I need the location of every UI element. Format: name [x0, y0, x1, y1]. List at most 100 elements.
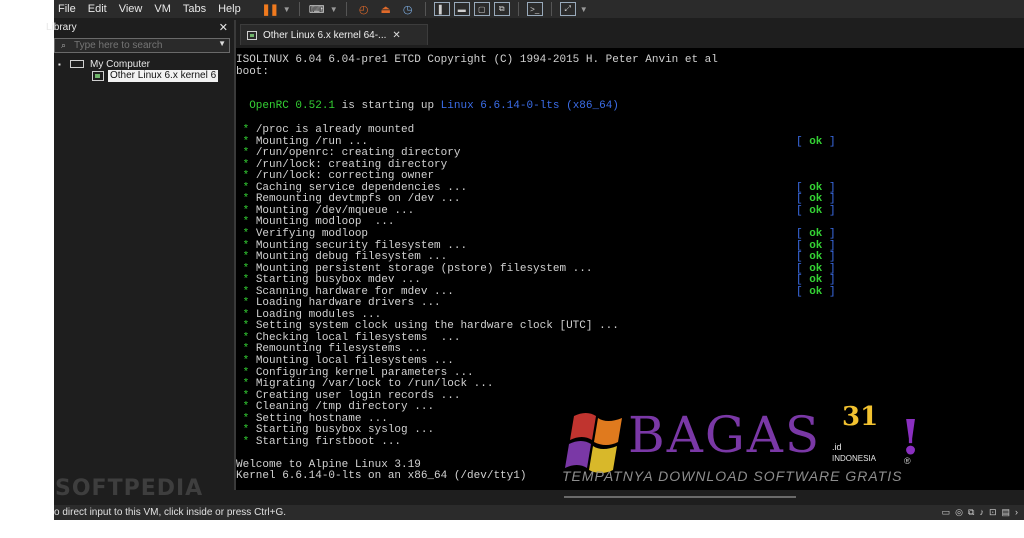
- boot-bullet: *: [236, 320, 256, 332]
- status-bar: o direct input to this VM, click inside …: [54, 505, 1024, 520]
- vm-icon: [92, 71, 104, 81]
- boot-line: * Cleaning /tmp directory ...: [236, 401, 434, 413]
- ok-bracket: [: [796, 251, 810, 263]
- search-input[interactable]: [74, 40, 195, 51]
- menu-vm[interactable]: VM: [148, 3, 177, 15]
- library-title: Library: [46, 21, 77, 33]
- boot-bullet: *: [236, 424, 256, 436]
- tree-item-label: My Computer: [90, 58, 151, 70]
- boot-text: Cleaning /tmp directory ...: [255, 401, 435, 413]
- boot-line: * /run/lock: correcting owner: [236, 170, 434, 182]
- fullscreen-icon[interactable]: ▬: [453, 2, 470, 16]
- boot-bullet: *: [236, 343, 256, 355]
- openrc-line: OpenRC 0.52.1 is starting up Linux 6.6.1…: [236, 100, 619, 112]
- collapse-icon[interactable]: ▪: [58, 60, 66, 69]
- chevron-down-icon[interactable]: ▼: [283, 2, 291, 16]
- toolbar: ❚❚ ▼ ⌨ ▼ ◴ ⏏ ◷ ▌ ▬ ▢ ⧉ >_ ⤢ ▼: [261, 2, 588, 16]
- ok-bracket: ]: [822, 228, 836, 240]
- library-search[interactable]: ⌕ ▼: [54, 38, 230, 53]
- boot-text: Mounting local filesystems ...: [255, 355, 454, 367]
- menu-tabs[interactable]: Tabs: [177, 3, 212, 15]
- bagas-registered: ®: [904, 456, 911, 466]
- library-panel: Library ✕ ⌕ ▼ ▪ My Computer Other Linux …: [46, 20, 232, 490]
- bagas-domain: .id: [832, 442, 842, 452]
- send-keys-icon[interactable]: ⌨: [308, 2, 326, 16]
- normal-view-icon[interactable]: ▌: [433, 2, 450, 16]
- bagas-number: 31: [842, 402, 879, 432]
- boot-line: * Verifying modloop: [236, 228, 368, 240]
- close-icon[interactable]: ✕: [392, 30, 400, 41]
- unity-icon[interactable]: ▢: [473, 2, 490, 16]
- boot-text: /run/lock: correcting owner: [255, 170, 435, 182]
- boot-line: * Setting system clock using the hardwar…: [236, 320, 619, 332]
- console-line: boot:: [236, 66, 270, 78]
- ok-bracket: ]: [822, 286, 836, 298]
- boot-bullet: *: [236, 228, 256, 240]
- sound-icon[interactable]: ♪: [979, 507, 984, 518]
- boot-text: Mounting debug filesystem ...: [255, 251, 448, 263]
- chevron-down-icon[interactable]: ▼: [218, 39, 226, 48]
- boot-line: * Migrating /var/lock to /run/lock ...: [236, 378, 494, 390]
- tab-vm[interactable]: Other Linux 6.x kernel 64-... ✕: [240, 24, 428, 45]
- ok-word: ok: [809, 286, 823, 298]
- fit-guest-icon[interactable]: ⤢: [559, 2, 576, 16]
- boot-text: Loading hardware drivers ...: [255, 297, 441, 309]
- boot-bullet: *: [236, 147, 256, 159]
- pause-icon[interactable]: ❚❚: [261, 2, 279, 16]
- tree-item-vm[interactable]: Other Linux 6.x kernel 6: [92, 70, 232, 82]
- boot-bullet: *: [236, 170, 256, 182]
- openrc-text: is starting up: [341, 100, 435, 112]
- revert-icon[interactable]: ⏏: [377, 2, 395, 16]
- boot-bullet: *: [236, 378, 256, 390]
- menu-edit[interactable]: Edit: [82, 3, 113, 15]
- boot-text: Verifying modloop: [255, 228, 369, 240]
- chevron-down-icon[interactable]: ▼: [580, 2, 588, 16]
- boot-bullet: *: [236, 401, 256, 413]
- ok-bracket: ]: [822, 193, 836, 205]
- ok-word: ok: [809, 274, 823, 286]
- chevron-down-icon[interactable]: ▼: [330, 2, 338, 16]
- menu-view[interactable]: View: [113, 3, 149, 15]
- console-icon[interactable]: >_: [526, 2, 543, 16]
- kernel-line: Kernel 6.6.14-0-lts on an x86_64 (/dev/t…: [236, 470, 527, 482]
- ok-status: [ ok ]: [796, 286, 836, 298]
- bagas-logo: BAGAS 31 ! .id INDONESIA ® TEMPATNYA DOW…: [560, 402, 940, 490]
- boot-line: * Starting busybox mdev ...: [236, 274, 421, 286]
- boot-text: Starting firstboot ...: [255, 436, 402, 448]
- ok-status: [ ok ]: [796, 251, 836, 263]
- boot-line: * Remounting devtmpfs on /dev ...: [236, 193, 461, 205]
- horizontal-scrollbar[interactable]: [564, 496, 796, 498]
- ok-bracket: [: [796, 286, 810, 298]
- usb-icon[interactable]: ⊡: [989, 507, 997, 518]
- toolbar-divider: [298, 2, 300, 16]
- boot-line: * Starting firstboot ...: [236, 436, 401, 448]
- printer-icon[interactable]: ▤: [1001, 507, 1010, 518]
- boot-text: Mounting modloop ...: [255, 216, 395, 228]
- tab-label: Other Linux 6.x kernel 64-...: [263, 29, 387, 41]
- ok-bracket: [: [796, 274, 810, 286]
- cd-icon[interactable]: ◎: [955, 507, 963, 518]
- close-icon[interactable]: ✕: [219, 21, 228, 34]
- boot-text: /run/openrc: creating directory: [255, 147, 461, 159]
- chevron-right-icon[interactable]: ›: [1015, 507, 1018, 518]
- snapshot-manager-icon[interactable]: ◷: [399, 2, 417, 16]
- boot-line: * Loading hardware drivers ...: [236, 297, 441, 309]
- menu-help[interactable]: Help: [212, 3, 247, 15]
- vm-icon: [247, 30, 257, 40]
- menu-file[interactable]: File: [54, 3, 82, 15]
- ok-status: [ ok ]: [796, 193, 836, 205]
- snapshot-icon[interactable]: ◴: [355, 2, 373, 16]
- network-icon[interactable]: ⧉: [968, 507, 974, 518]
- hdd-icon[interactable]: ▭: [942, 507, 951, 518]
- ok-word: ok: [809, 205, 823, 217]
- boot-line: * Remounting filesystems ...: [236, 343, 428, 355]
- boot-text: Remounting filesystems ...: [255, 343, 428, 355]
- bagas-tagline: TEMPATNYA DOWNLOAD SOFTWARE GRATIS: [562, 468, 903, 484]
- windows-flag-icon: [565, 413, 622, 473]
- boot-line: * /run/openrc: creating directory: [236, 147, 461, 159]
- stretch-icon[interactable]: ⧉: [493, 2, 510, 16]
- toolbar-divider: [517, 2, 519, 16]
- ok-word: ok: [809, 136, 823, 148]
- ok-bracket: [: [796, 205, 810, 217]
- tree-item-my-computer[interactable]: ▪ My Computer: [54, 58, 232, 70]
